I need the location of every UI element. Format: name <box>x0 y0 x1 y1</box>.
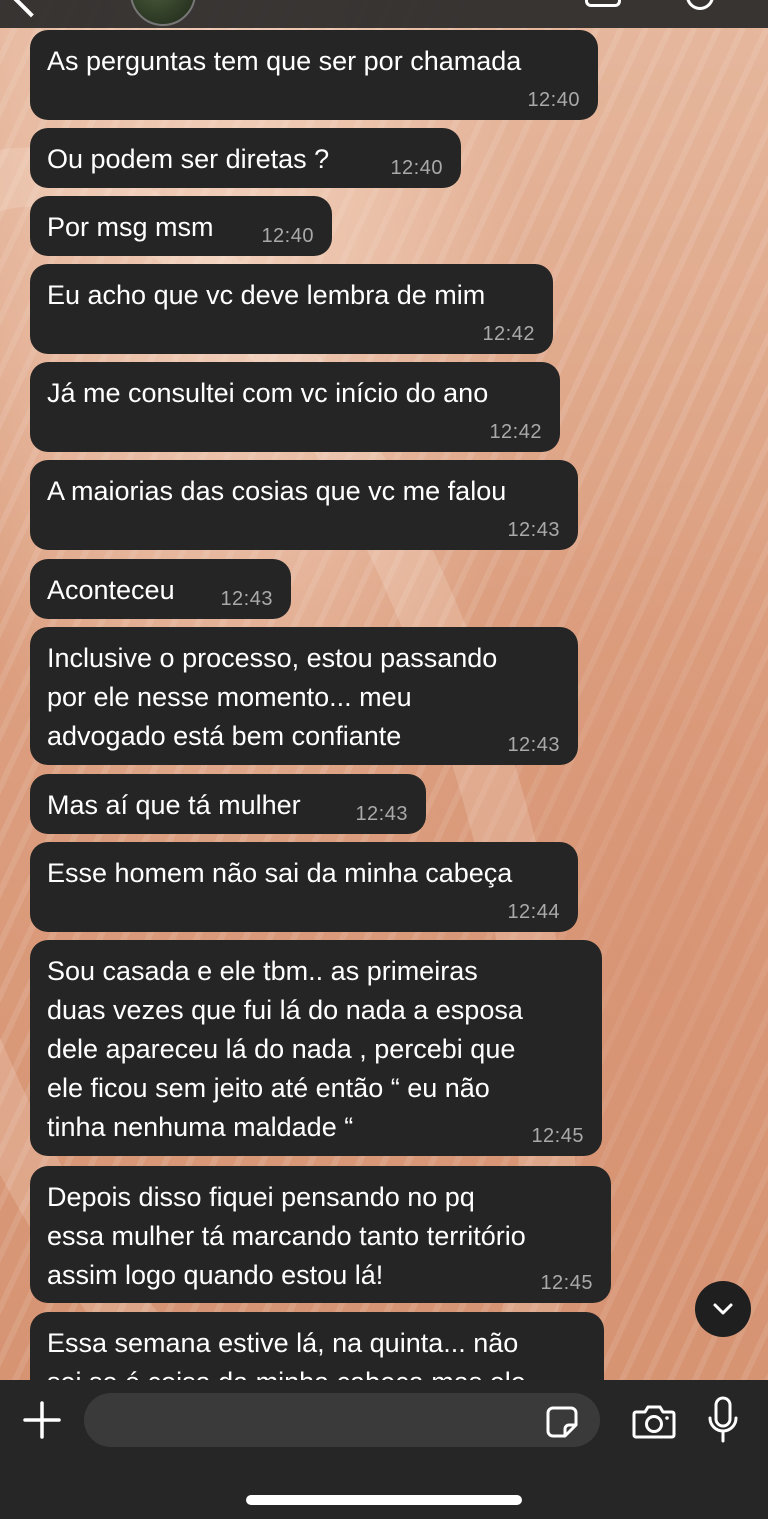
message-text: Inclusive o processo, estou passando por… <box>47 643 498 751</box>
message-text: Esse homem não sai da minha cabeça <box>47 858 513 888</box>
message-text: Eu acho que vc deve lembra de mim <box>47 280 486 310</box>
chat-header <box>0 0 768 28</box>
message-time: 12:43 <box>355 803 408 825</box>
message-bubble[interactable]: Eu acho que vc deve lembra de mim 12:42 <box>30 264 553 354</box>
avatar[interactable] <box>130 0 196 26</box>
chevron-left-icon[interactable] <box>12 0 50 18</box>
message-bubble[interactable]: Mas aí que tá mulher 12:43 <box>30 774 426 834</box>
message-time: 12:43 <box>507 519 560 541</box>
message-time: 12:40 <box>390 157 443 179</box>
call-icon[interactable] <box>686 0 714 10</box>
camera-icon[interactable] <box>632 1403 676 1439</box>
message-time: 12:40 <box>261 225 314 247</box>
message-input[interactable] <box>84 1393 600 1447</box>
message-time: 12:44 <box>507 901 560 923</box>
message-text: As perguntas tem que ser por chamada <box>47 46 522 76</box>
plus-icon[interactable] <box>22 1400 62 1440</box>
message-bubble[interactable]: Ou podem ser diretas ? 12:40 <box>30 128 461 188</box>
message-bubble[interactable]: Por msg msm 12:40 <box>30 196 332 256</box>
message-text: Já me consultei com vc início do ano <box>47 378 489 408</box>
message-bubble[interactable]: Depois disso fiquei pensando no pq essa … <box>30 1166 611 1303</box>
microphone-icon[interactable] <box>706 1396 740 1444</box>
message-time: 12:43 <box>220 588 273 610</box>
home-indicator[interactable] <box>246 1495 522 1505</box>
message-text: Depois disso fiquei pensando no pq essa … <box>47 1182 526 1290</box>
scroll-down-button[interactable] <box>695 1281 751 1337</box>
message-bubble[interactable]: Inclusive o processo, estou passando por… <box>30 627 578 765</box>
message-time: 12:42 <box>482 323 535 345</box>
message-bubble[interactable]: Sou casada e ele tbm.. as primeiras duas… <box>30 940 602 1156</box>
sticker-icon[interactable] <box>545 1405 579 1439</box>
message-time: 12:45 <box>540 1272 593 1294</box>
message-text: A maiorias das cosias que vc me falou <box>47 476 507 506</box>
message-bubble[interactable]: Aconteceu 12:43 <box>30 559 291 619</box>
message-time: 12:42 <box>489 421 542 443</box>
chevron-down-icon <box>713 1303 733 1315</box>
message-text: Sou casada e ele tbm.. as primeiras duas… <box>47 956 523 1142</box>
message-time: 12:40 <box>527 89 580 111</box>
message-bubble[interactable]: As perguntas tem que ser por chamada 12:… <box>30 30 598 120</box>
message-bubble[interactable]: A maiorias das cosias que vc me falou 12… <box>30 460 578 550</box>
message-time: 12:45 <box>531 1125 584 1147</box>
video-call-icon[interactable] <box>585 0 621 7</box>
message-bubble[interactable]: Esse homem não sai da minha cabeça 12:44 <box>30 842 578 932</box>
message-time: 12:43 <box>507 734 560 756</box>
message-text: Ou podem ser diretas ? <box>47 144 330 174</box>
message-bubble[interactable]: Já me consultei com vc início do ano 12:… <box>30 362 560 452</box>
